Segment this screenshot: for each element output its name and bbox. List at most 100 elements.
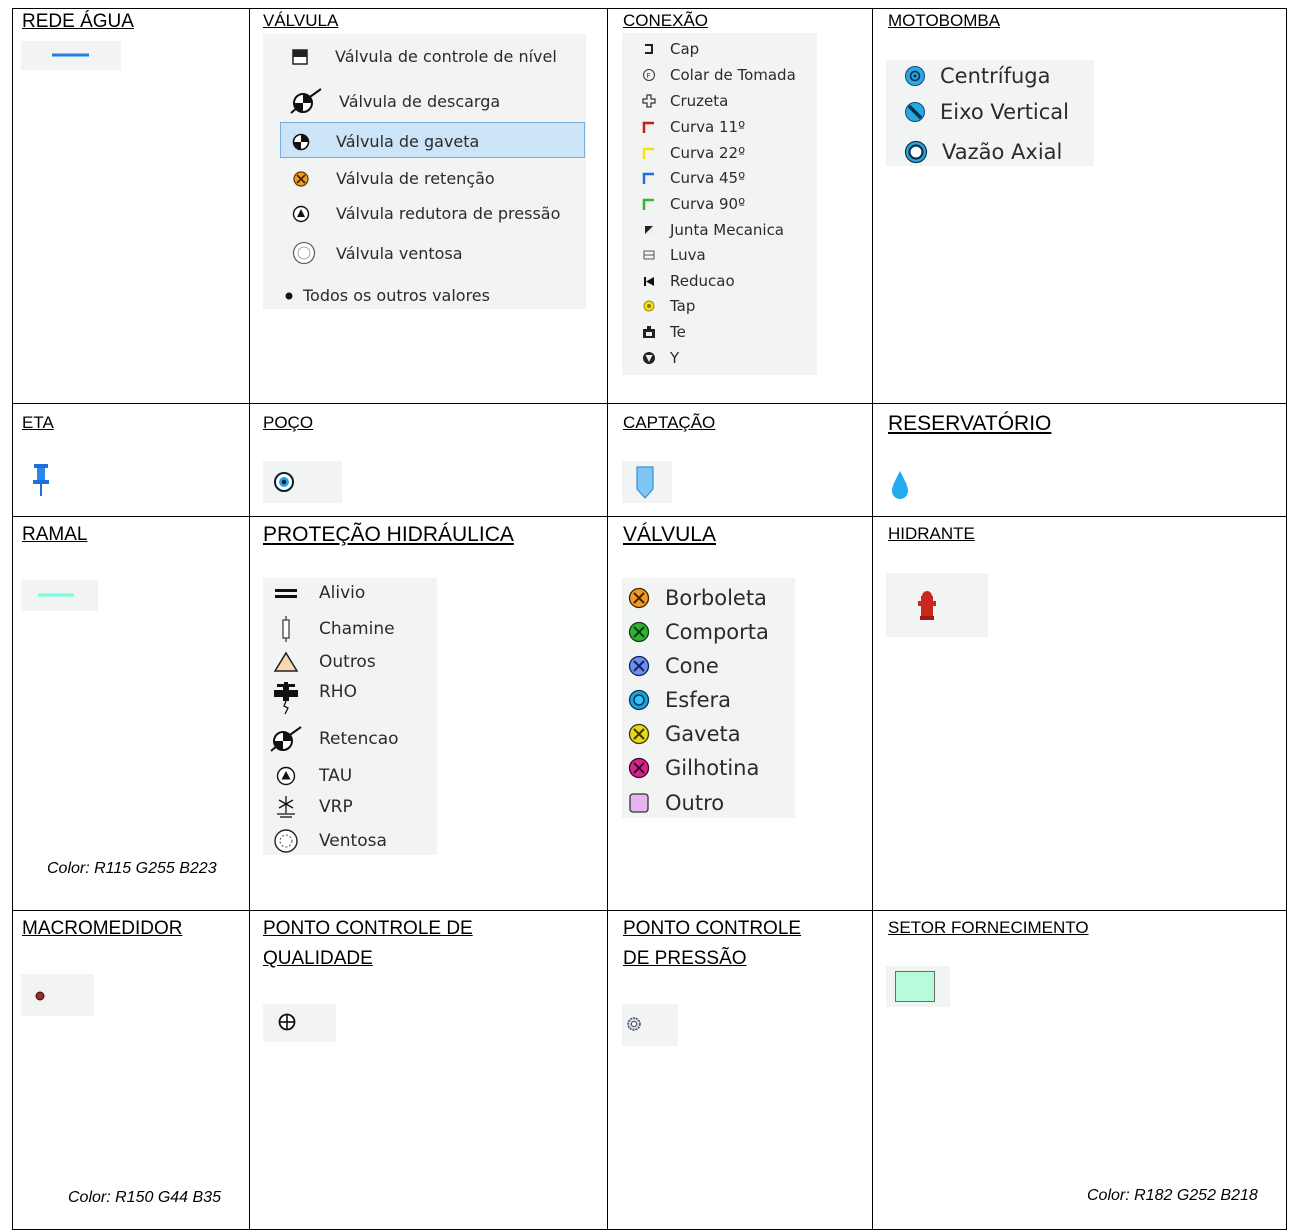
check-valve-icon xyxy=(270,726,302,752)
color-note: Color: R115 G255 B223 xyxy=(47,860,217,877)
line-symbol-icon xyxy=(52,53,89,57)
legend-item: Cruzeta xyxy=(642,92,728,110)
legend-item: Curva 11º xyxy=(642,118,745,136)
legend-item: Junta Mecanica xyxy=(642,221,784,239)
cell-title: VÁLVULA xyxy=(623,523,716,546)
column-divider xyxy=(607,9,608,1229)
row-divider xyxy=(13,516,1286,517)
legend-item: Válvula de descarga xyxy=(289,85,500,117)
mechanical-joint-icon xyxy=(645,226,653,234)
symbol-panel xyxy=(886,966,950,1007)
legend-item: Válvula de controle de nível xyxy=(291,47,557,66)
svg-text:F: F xyxy=(647,72,651,80)
legend-item: Vazão Axial xyxy=(904,140,1062,164)
centrifugal-pump-icon xyxy=(905,66,925,86)
elbow-blue-icon xyxy=(642,172,654,184)
cell-title-line2: DE PRESSÃO xyxy=(623,948,747,969)
dot-icon xyxy=(285,292,293,299)
ball-valve-icon xyxy=(628,689,650,711)
cell-title: VÁLVULA xyxy=(263,11,339,30)
line-symbol-icon xyxy=(38,593,74,597)
column-divider xyxy=(249,9,250,1229)
vrp-icon xyxy=(277,796,295,818)
valve-type-legend-panel: Borboleta Comporta Cone Esfera Gaveta Gi… xyxy=(622,578,795,818)
symbol-panel xyxy=(21,974,94,1016)
gear-circle-icon xyxy=(627,1017,641,1031)
legend-item: Gaveta xyxy=(628,722,741,746)
tee-icon xyxy=(643,326,655,338)
legend-item: Eixo Vertical xyxy=(904,100,1069,124)
relief-icon xyxy=(275,589,297,598)
wye-icon xyxy=(643,352,655,364)
pushpin-icon xyxy=(33,464,49,496)
cone-valve-icon xyxy=(628,655,650,677)
cell-title: CAPTAÇÃO xyxy=(623,413,716,432)
cell-title: MOTOBOMBA xyxy=(888,11,1001,30)
color-note: Color: R150 G44 B35 xyxy=(68,1189,221,1206)
reducer-icon xyxy=(644,277,654,286)
cell-title: SETOR FORNECIMENTO xyxy=(888,918,1089,937)
legend-item: Centrífuga xyxy=(904,64,1051,88)
check-valve-icon xyxy=(293,170,309,187)
vertical-shaft-pump-icon xyxy=(905,102,925,122)
symbol-panel xyxy=(622,1004,678,1046)
legend-item-selected[interactable]: Válvula de gaveta xyxy=(292,132,479,151)
elbow-yellow-icon xyxy=(642,147,654,159)
sluice-valve-icon xyxy=(628,621,650,643)
target-circle-icon xyxy=(274,472,294,492)
symbol-panel xyxy=(622,461,672,503)
cell-title: REDE ÁGUA xyxy=(22,11,134,32)
legend-item: Comporta xyxy=(628,620,769,644)
row-divider xyxy=(13,910,1286,911)
chimney-icon xyxy=(282,616,290,642)
pump-legend-panel: Centrífuga Eixo Vertical Vazão Axial xyxy=(886,60,1094,166)
legend-item: Ventosa xyxy=(273,828,387,854)
legend-item: Alivio xyxy=(273,582,365,604)
cell-title: PROTEÇÃO HIDRÁULICA xyxy=(263,523,514,546)
shield-icon xyxy=(636,466,654,499)
cross-fitting-icon xyxy=(642,94,656,108)
triangle-icon xyxy=(273,651,299,672)
water-drop-icon xyxy=(892,471,908,499)
cell-title: PONTO CONTROLE xyxy=(623,918,802,939)
line-symbol-panel xyxy=(21,580,98,611)
line-symbol-panel xyxy=(21,41,121,70)
legend-item: Curva 22º xyxy=(642,144,745,162)
legend-item: Te xyxy=(642,323,686,341)
elbow-red-icon xyxy=(642,121,654,133)
legend-item: Outro xyxy=(628,791,724,815)
cell-title: CONEXÃO xyxy=(623,11,709,30)
legend-item: RHO xyxy=(273,682,357,716)
tap-icon xyxy=(643,300,655,312)
gate-valve-icon xyxy=(628,723,650,745)
legend-item: Luva xyxy=(642,246,706,264)
color-note: Color: R182 G252 B218 xyxy=(1087,1187,1258,1204)
cell-title-line2: QUALIDADE xyxy=(263,948,373,969)
legend-item: Curva 45º xyxy=(642,169,745,187)
discharge-valve-icon xyxy=(290,88,322,114)
crosshair-circle-icon xyxy=(278,1013,296,1031)
legend-item: VRP xyxy=(273,795,353,819)
cell-title: RESERVATÓRIO xyxy=(888,412,1052,435)
air-valve-icon xyxy=(292,241,316,265)
legend-item: Reducao xyxy=(642,272,735,290)
row-divider xyxy=(13,403,1286,404)
fire-hydrant-icon xyxy=(918,591,936,620)
legend-item: Y xyxy=(642,349,679,367)
cell-title: PONTO CONTROLE DE xyxy=(263,918,473,939)
dot-icon xyxy=(35,991,45,1001)
sleeve-icon xyxy=(643,250,655,260)
legend-item: Todos os outros valores xyxy=(283,286,490,305)
square-icon xyxy=(629,793,649,813)
legend-item: Válvula de retenção xyxy=(292,169,495,188)
protection-legend-panel: Alivio Chamine Outros RHO Retencao TAU V… xyxy=(263,578,437,855)
cell-title: ETA xyxy=(22,413,54,432)
legend-item: F Colar de Tomada xyxy=(642,66,796,84)
axial-flow-pump-icon xyxy=(904,140,928,164)
tau-icon xyxy=(276,766,296,786)
cell-title: HIDRANTE xyxy=(888,524,975,543)
legend-item: TAU xyxy=(273,765,352,787)
legend-item: Esfera xyxy=(628,688,731,712)
level-control-valve-icon xyxy=(292,48,308,65)
tapping-saddle-icon: F xyxy=(643,69,655,81)
